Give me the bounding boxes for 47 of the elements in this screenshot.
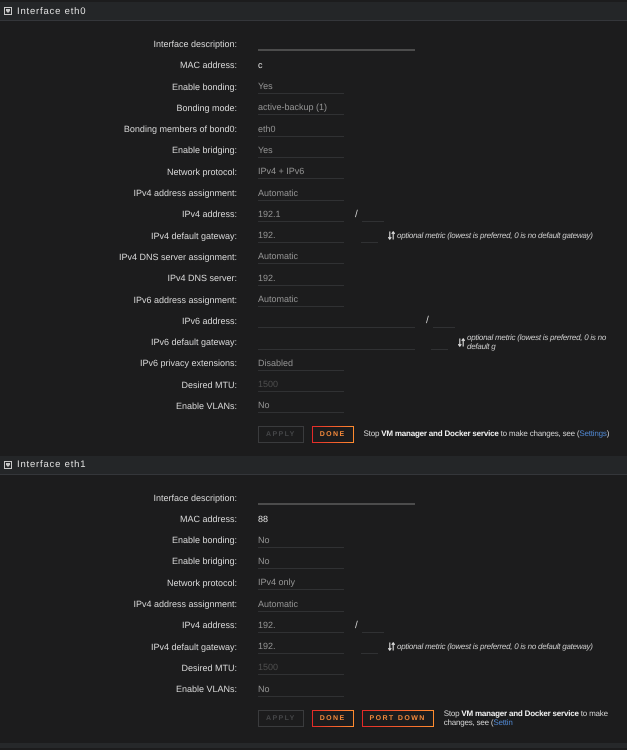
field-label: Interface description: bbox=[153, 492, 237, 503]
network-port-icon bbox=[4, 460, 12, 469]
field-label: IPv6 default gateway: bbox=[150, 337, 237, 348]
field-label: IPv4 DNS server assignment: bbox=[118, 252, 237, 262]
field-label: Enable VLANs: bbox=[176, 684, 237, 694]
field-label: Bonding members of bond0: bbox=[124, 124, 237, 134]
field-label: IPv4 address assignment: bbox=[133, 599, 237, 610]
field-label: IPv4 address: bbox=[182, 209, 237, 220]
metric-hint: optional metric (lowest is preferred, 0 is no default g bbox=[467, 333, 608, 352]
section-title: Interface eth0 bbox=[17, 6, 86, 16]
field-label: Enable bridging: bbox=[172, 145, 237, 156]
status-note: Stop VM manager and Docker service to make changes, see (Settings) bbox=[364, 429, 610, 439]
field-label: IPv4 default gateway: bbox=[150, 230, 237, 241]
field-label: Desired MTU: bbox=[181, 662, 237, 673]
field-label: Enable bonding: bbox=[172, 82, 237, 92]
field-label: IPv6 address: bbox=[182, 316, 237, 326]
field-label: Enable VLANs: bbox=[176, 400, 237, 411]
prefix-separator: / bbox=[355, 208, 358, 220]
field-label: MAC address: bbox=[180, 514, 237, 524]
sort-arrows-icon bbox=[458, 338, 465, 347]
field-label: IPv6 privacy extensions: bbox=[140, 358, 237, 368]
field-label: IPv6 address assignment: bbox=[133, 294, 237, 304]
settings-link[interactable]: Settin bbox=[493, 718, 513, 728]
metric-hint: optional metric (lowest is preferred, 0 is no default gateway) bbox=[397, 642, 593, 652]
field-label: Bonding mode: bbox=[176, 102, 237, 113]
field-label: IPv4 address: bbox=[182, 620, 237, 630]
field-label: MAC address: bbox=[180, 60, 237, 70]
field-label: Interface description: bbox=[153, 38, 237, 49]
field-label: Desired MTU: bbox=[181, 380, 237, 390]
field-label: IPv4 address assignment: bbox=[133, 188, 237, 198]
settings-link[interactable]: Settings bbox=[579, 429, 607, 438]
field-label: Enable bonding: bbox=[172, 535, 237, 546]
prefix-separator: / bbox=[355, 620, 358, 631]
field-label: Network protocol: bbox=[166, 166, 237, 177]
field-label: Enable bridging: bbox=[172, 556, 237, 566]
field-value: 88 bbox=[258, 514, 268, 524]
sort-arrows-icon bbox=[388, 642, 395, 652]
field-label: IPv4 DNS server: bbox=[167, 273, 237, 284]
field-label: IPv4 default gateway: bbox=[150, 642, 237, 652]
prefix-separator: / bbox=[426, 315, 429, 326]
sort-arrows-icon bbox=[388, 231, 395, 240]
section-title: Interface eth1 bbox=[17, 459, 86, 470]
network-port-icon bbox=[4, 7, 12, 15]
status-note: Stop VM manager and Docker service to make changes, see (Settin bbox=[444, 708, 609, 728]
metric-hint: optional metric (lowest is preferred, 0 is no default gateway) bbox=[397, 231, 593, 240]
field-value: c bbox=[258, 60, 262, 70]
field-label: Network protocol: bbox=[166, 578, 237, 588]
